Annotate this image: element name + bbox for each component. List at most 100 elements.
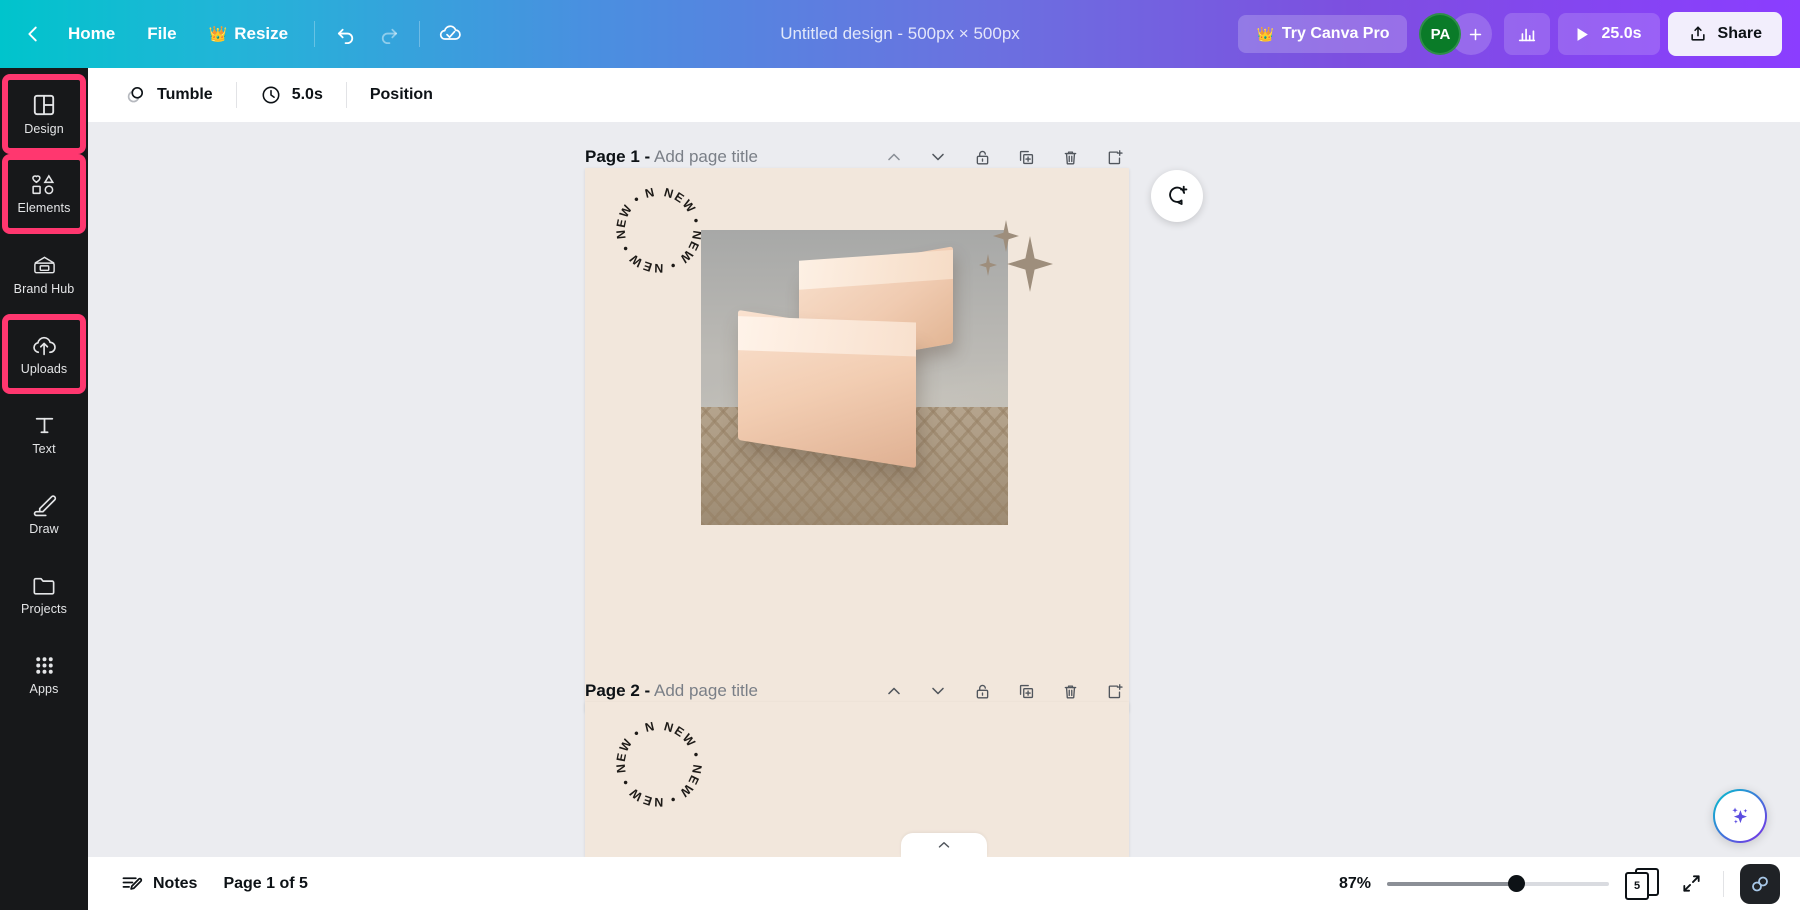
home-button[interactable]: Home xyxy=(52,16,131,52)
magic-studio-button[interactable] xyxy=(1713,789,1767,843)
page-indicator-text: Page 1 of 5 xyxy=(223,874,308,892)
sidebar-item-label: Design xyxy=(24,122,64,137)
zoom-slider-knob[interactable] xyxy=(1507,875,1525,892)
fullscreen-button[interactable] xyxy=(1675,868,1707,900)
bottom-toolbar-right-group: 87% 5 xyxy=(1323,863,1780,904)
shapes-icon xyxy=(31,174,54,195)
zoom-slider[interactable] xyxy=(1387,874,1609,894)
add-comment-button[interactable] xyxy=(1151,170,1203,222)
toolbar-divider-2 xyxy=(419,21,421,47)
expand-arrows-icon xyxy=(1682,875,1700,892)
try-pro-label: Try Canva Pro xyxy=(1281,25,1390,42)
page-2-canvas[interactable]: NEW • NEW • NEW • NEW • NEW • xyxy=(585,702,1129,857)
chevron-left-icon xyxy=(28,26,37,42)
page-manager-button[interactable]: 5 xyxy=(1625,867,1659,900)
unlock-icon xyxy=(976,684,988,699)
magic-sparkle-icon xyxy=(1732,807,1748,824)
page-stack-front-icon: 5 xyxy=(1625,871,1649,900)
canva-editor-window: Home File 👑 Resize Untitled design - 500… xyxy=(0,0,1800,910)
redo-icon xyxy=(381,28,397,44)
duplicate-page-icon xyxy=(1019,684,1033,698)
sidebar-item-projects[interactable]: Projects xyxy=(8,560,80,628)
animation-label: Tumble xyxy=(157,85,213,103)
page-indicator: Page 1 of 5 xyxy=(223,875,307,893)
folder-icon xyxy=(32,577,54,595)
try-canva-pro-button[interactable]: 👑 Try Canva Pro xyxy=(1238,15,1408,53)
sparkle-large xyxy=(1007,236,1053,292)
upload-icon xyxy=(1690,26,1705,41)
crown-icon: 👑 xyxy=(208,26,228,43)
cloud-upload-icon xyxy=(32,336,56,356)
notes-label: Notes xyxy=(153,874,198,892)
play-icon xyxy=(1578,27,1589,41)
context-toolbar-divider-1 xyxy=(235,81,237,108)
cloud-check-icon xyxy=(439,25,461,40)
redo-button[interactable] xyxy=(367,14,409,54)
sidebar-item-label: Uploads xyxy=(20,361,68,376)
sparkles-graphic[interactable] xyxy=(975,218,1055,292)
tumble-animation-icon xyxy=(127,86,144,103)
sparkle-tiny-left xyxy=(979,254,997,276)
sidebar-item-text[interactable]: Text xyxy=(8,400,80,468)
timing-button[interactable]: 5.0s xyxy=(246,77,337,113)
clock-icon xyxy=(262,86,280,103)
pages-count-label: 5 xyxy=(1633,879,1641,892)
top-toolbar: Home File 👑 Resize Untitled design - 500… xyxy=(0,0,1800,68)
left-sidebar: Design Elements Brand Hub Uploads Text D… xyxy=(0,68,88,910)
timing-label: 5.0s xyxy=(291,85,323,103)
crown-icon: 👑 xyxy=(1256,25,1274,42)
chevron-up-icon xyxy=(888,687,900,695)
sidebar-item-label: Elements xyxy=(17,201,71,216)
sidebar-item-apps[interactable]: Apps xyxy=(8,640,80,708)
undo-button[interactable] xyxy=(325,14,367,54)
home-label: Home xyxy=(68,24,116,43)
chevron-up-icon xyxy=(938,842,950,848)
context-toolbar-divider-2 xyxy=(345,81,347,108)
collaborators-group: PA xyxy=(1419,13,1493,55)
sidebar-item-draw[interactable]: Draw xyxy=(8,480,80,548)
page-1-title[interactable]: Page 1 - Add page title xyxy=(585,147,758,167)
back-button[interactable] xyxy=(14,15,52,53)
delete-page-icon xyxy=(1064,150,1076,165)
context-toolbar: Tumble 5.0s Position xyxy=(88,68,1800,122)
file-menu-button[interactable]: File xyxy=(131,16,192,52)
expand-page-icon xyxy=(1108,149,1123,164)
bar-chart-icon xyxy=(1519,28,1536,42)
svg-text:NEW • NEW • NEW • NEW • NEW •: NEW • NEW • NEW • NEW • NEW • xyxy=(613,184,704,275)
collapse-panel-handle[interactable] xyxy=(901,833,987,857)
page-1-canvas[interactable]: NEW • NEW • NEW • NEW • NEW • xyxy=(585,168,1129,712)
zoom-slider-fill xyxy=(1387,881,1516,886)
animation-button[interactable]: Tumble xyxy=(110,76,227,113)
zoom-level-label[interactable]: 87% xyxy=(1323,875,1371,893)
soap-photo[interactable] xyxy=(701,230,1008,525)
chevron-down-icon xyxy=(932,153,944,161)
plus-icon xyxy=(1470,28,1482,40)
insights-button[interactable] xyxy=(1504,13,1551,55)
position-label: Position xyxy=(369,85,433,103)
sidebar-item-brand-hub[interactable]: Brand Hub xyxy=(8,240,80,308)
chevron-up-icon xyxy=(888,153,900,161)
unlock-icon xyxy=(976,150,988,165)
share-button[interactable]: Share xyxy=(1667,12,1782,56)
sidebar-item-design[interactable]: Design xyxy=(2,74,86,154)
notes-button[interactable]: Notes xyxy=(108,866,209,901)
bottom-toolbar-divider xyxy=(1723,870,1724,897)
present-play-button[interactable]: 25.0s xyxy=(1558,13,1660,55)
add-comment-icon xyxy=(1169,185,1188,205)
sidebar-item-elements[interactable]: Elements xyxy=(2,154,86,234)
saved-status-button[interactable] xyxy=(430,14,472,54)
grid-dots-icon xyxy=(35,657,53,674)
sidebar-item-label: Text xyxy=(32,441,56,456)
notes-icon xyxy=(122,877,143,890)
file-label: File xyxy=(147,24,177,43)
position-button[interactable]: Position xyxy=(356,79,447,111)
sidebar-item-label: Apps xyxy=(29,681,59,696)
duration-label: 25.0s xyxy=(1601,25,1642,42)
resize-button[interactable]: 👑 Resize xyxy=(193,16,305,52)
design-canvas-area[interactable]: Page 1 - Add page title NEW • NEW • NEW … xyxy=(88,122,1800,857)
page-2-title[interactable]: Page 2 - Add page title xyxy=(585,681,758,701)
help-button[interactable] xyxy=(1740,863,1780,904)
sidebar-item-label: Brand Hub xyxy=(13,281,75,296)
avatar-initials: PA xyxy=(1430,25,1451,43)
sidebar-item-uploads[interactable]: Uploads xyxy=(2,314,86,394)
